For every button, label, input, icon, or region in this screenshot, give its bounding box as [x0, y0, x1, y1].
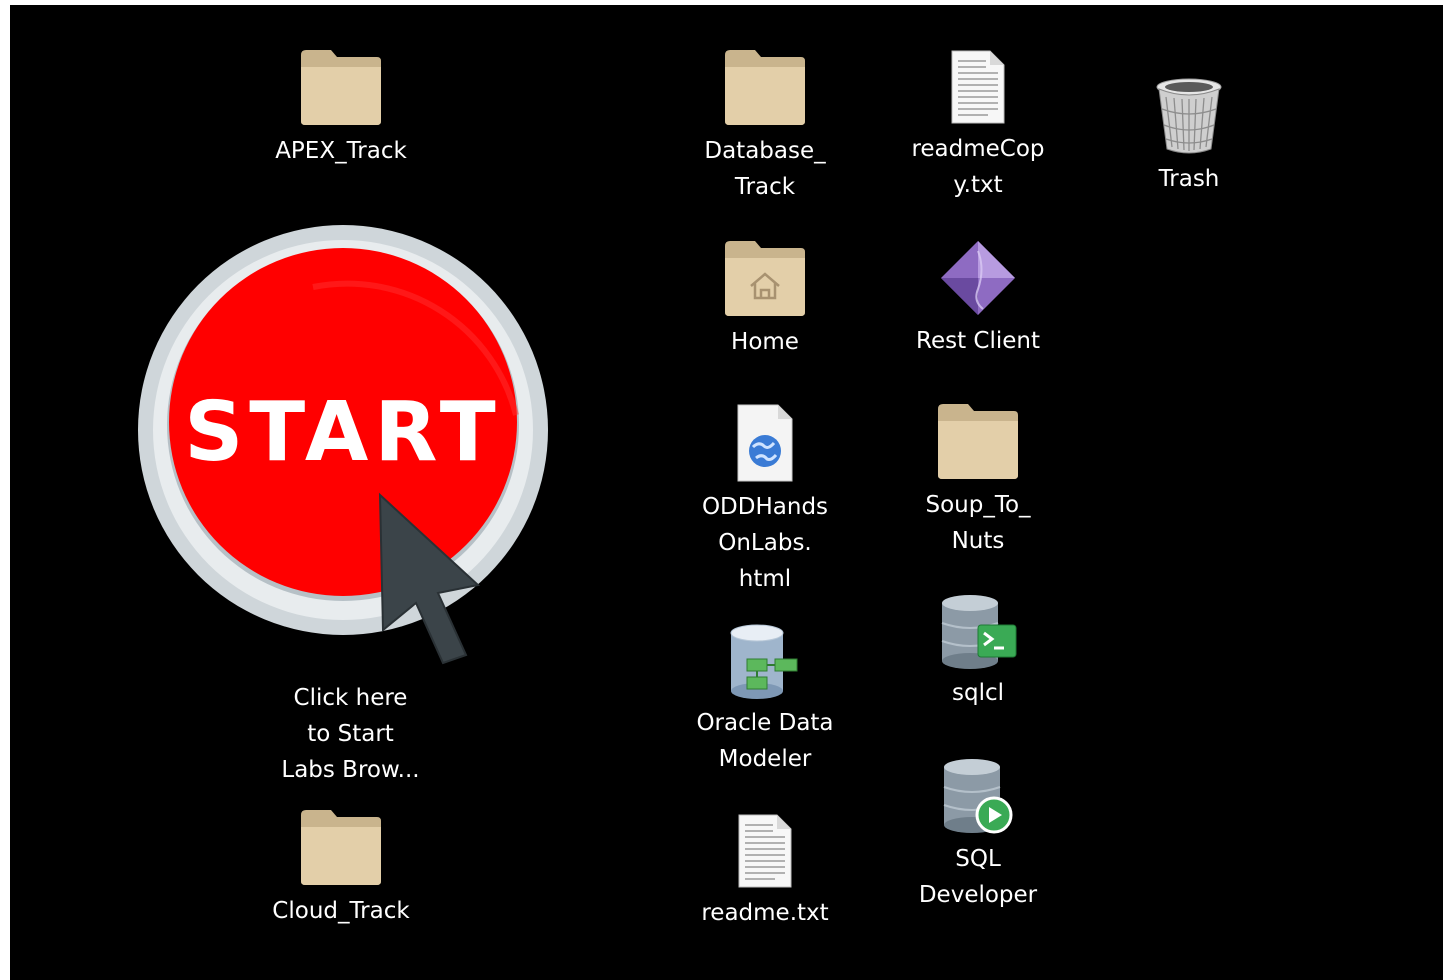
- icon-label: SQL Developer: [918, 846, 1038, 908]
- sqlcl-icon: [941, 595, 1017, 669]
- desktop-icon-sqlcl[interactable]: sqlcl: [903, 593, 1053, 711]
- data-modeler-icon: [730, 624, 798, 699]
- start-button-text: START: [184, 385, 502, 480]
- folder-icon: [938, 404, 1018, 479]
- icon-label: Cloud_Track: [272, 898, 410, 924]
- desktop-icon-apex-track[interactable]: APEX_Track: [266, 47, 416, 169]
- desktop-icon-oracle-data-modeler[interactable]: Oracle Data Modeler: [690, 623, 840, 777]
- desktop-icon-oddhandsonlabs-html[interactable]: ODDHands OnLabs. html: [690, 403, 840, 597]
- start-launcher-label: Click here to Start Labs Brow...: [281, 685, 420, 783]
- folder-icon: [301, 50, 381, 125]
- icon-label: Trash: [1158, 166, 1220, 192]
- desktop-icon-sql-developer[interactable]: SQL Developer: [903, 757, 1053, 913]
- html-file-icon: [737, 404, 793, 482]
- icon-label: APEX_Track: [275, 138, 407, 164]
- sql-developer-icon: [943, 759, 1013, 834]
- desktop-icon-home[interactable]: Home: [690, 238, 840, 360]
- folder-icon: [301, 810, 381, 885]
- desktop-icon-readme-txt[interactable]: readme.txt: [690, 813, 840, 931]
- icon-label: sqlcl: [951, 680, 1004, 706]
- desktop-icon-database-track[interactable]: Database_ Track: [690, 47, 840, 205]
- icon-label: Database_ Track: [704, 138, 826, 200]
- icon-label: readmeCop y.txt: [911, 136, 1045, 198]
- home-folder-icon: [725, 241, 805, 316]
- desktop-icon-cloud-track[interactable]: Cloud_Track: [266, 807, 416, 929]
- icon-label: Rest Client: [916, 328, 1040, 354]
- desktop-icon-rest-client[interactable]: Rest Client: [903, 239, 1053, 359]
- desktop-icon-readme-copy-txt[interactable]: readmeCop y.txt: [903, 49, 1053, 203]
- icon-label: Soup_To_ Nuts: [925, 492, 1031, 554]
- desktop-icon-soup-to-nuts[interactable]: Soup_To_ Nuts: [903, 401, 1053, 559]
- start-labs-launcher[interactable]: START Click here to Start Labs Brow...: [138, 225, 558, 795]
- icon-label: ODDHands OnLabs. html: [701, 494, 829, 592]
- text-file-icon: [951, 50, 1005, 124]
- text-file-icon: [738, 814, 792, 888]
- trash-icon: [1156, 78, 1222, 154]
- folder-icon: [725, 50, 805, 125]
- icon-label: Oracle Data Modeler: [696, 710, 834, 772]
- icon-label: Home: [731, 329, 799, 355]
- desktop[interactable]: START Click here to Start Labs Brow... A…: [10, 5, 1443, 980]
- icon-label: readme.txt: [701, 900, 829, 926]
- desktop-icon-trash[interactable]: Trash: [1114, 77, 1264, 197]
- rest-client-icon: [941, 241, 1015, 315]
